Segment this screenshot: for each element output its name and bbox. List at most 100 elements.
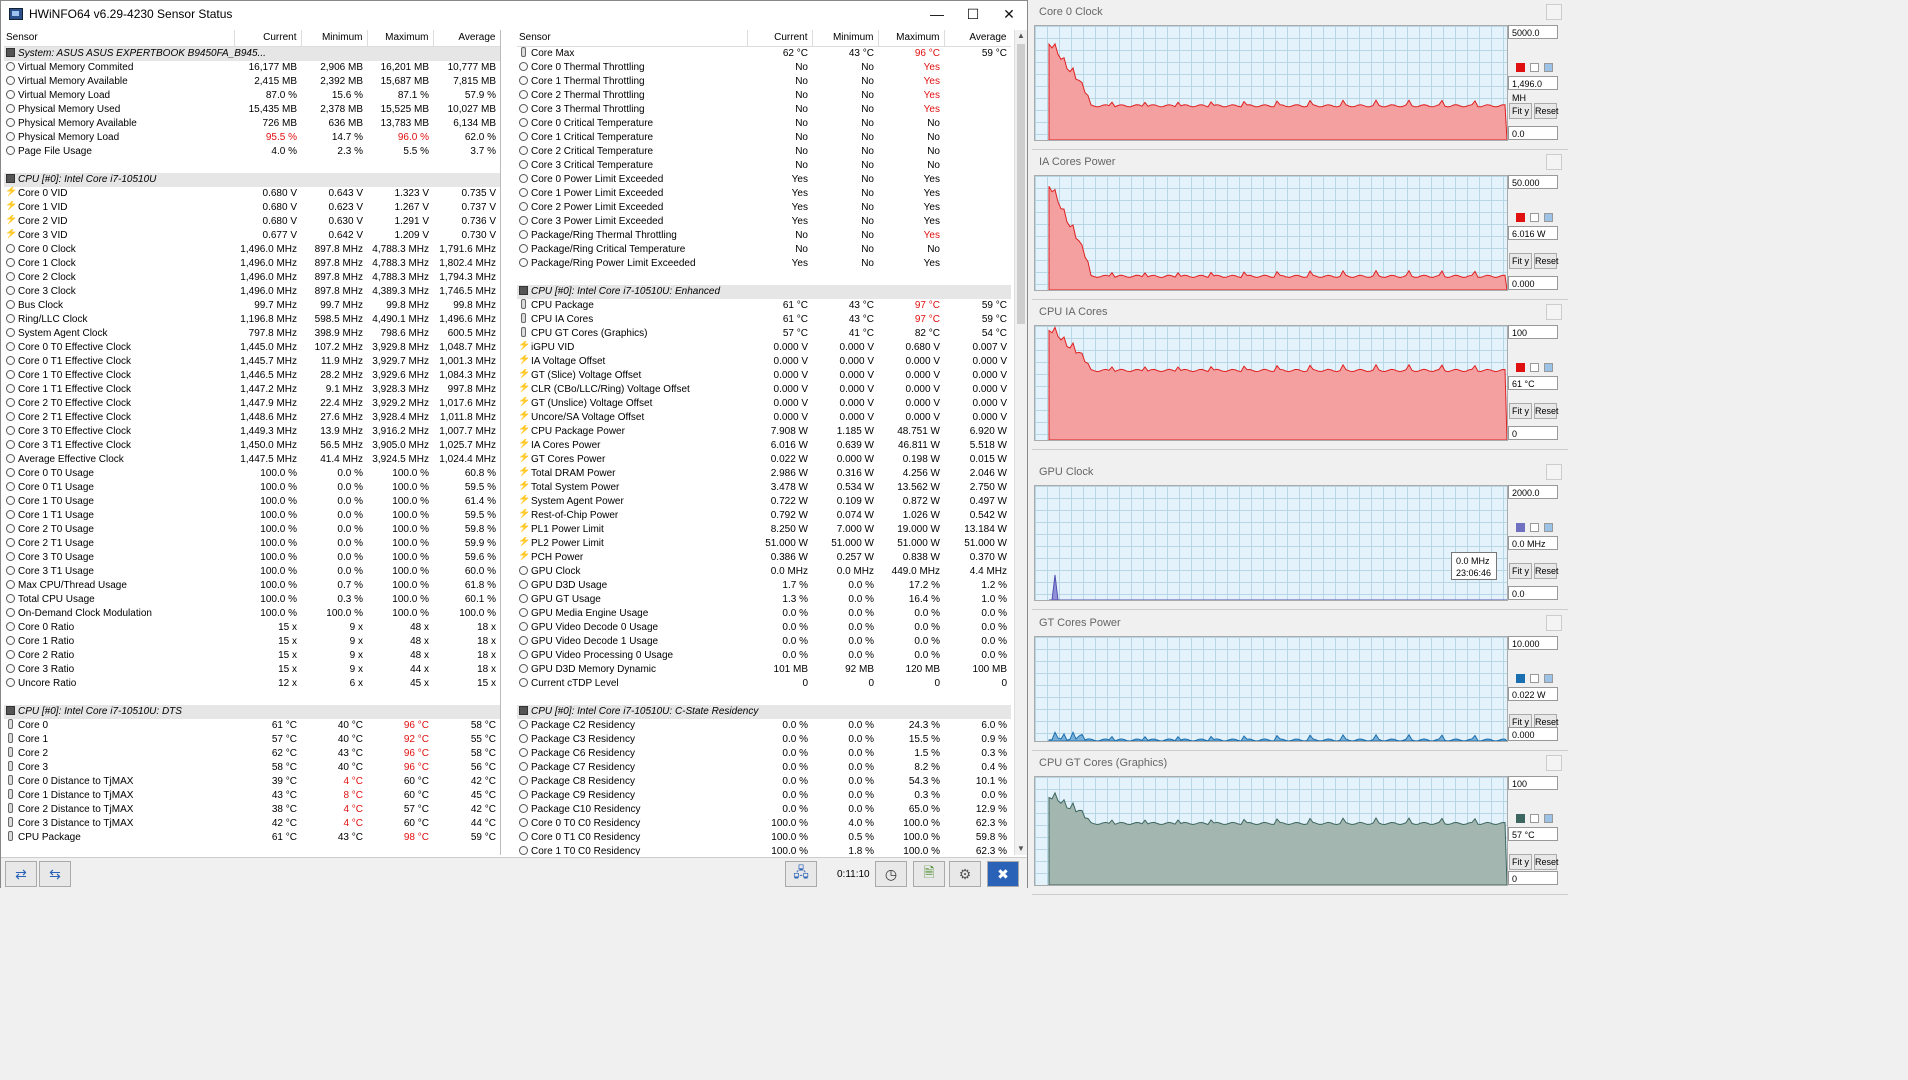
sensor-row[interactable]: System Agent Power 0.722 W 0.109 W 0.872 W 0… xyxy=(517,495,1011,509)
sensor-row[interactable]: Core 1 Clock 1,496.0 MHz 897.8 MHz 4,788.3 … xyxy=(4,257,500,271)
graph-min-field[interactable]: 0.0 xyxy=(1508,586,1558,600)
sensor-row[interactable]: PL1 Power Limit 8.250 W 7.000 W 19.000 W 13.… xyxy=(517,523,1011,537)
sensor-row[interactable]: IA Voltage Offset 0.000 V 0.000 V 0.000 V 0.… xyxy=(517,355,1011,369)
sensor-row[interactable]: Virtual Memory Commited 16,177 MB 2,906 MB… xyxy=(4,61,500,75)
series-color-swatch[interactable] xyxy=(1516,213,1525,222)
sensor-row[interactable]: Core 0 T1 Effective Clock 1,445.7 MHz 11.9… xyxy=(4,355,500,369)
settings-button[interactable]: ⚙ xyxy=(949,861,981,887)
sensor-row[interactable]: Total DRAM Power 2.986 W 0.316 W 4.256 W 2.0… xyxy=(517,467,1011,481)
sensor-row[interactable]: Core 2 VID 0.680 V 0.630 V 1.291 V 0.736 V xyxy=(4,215,500,229)
column-header-minimum[interactable]: Minimum xyxy=(812,30,879,47)
fit-y-button[interactable]: Fit y xyxy=(1509,103,1532,119)
sensor-row[interactable]: Virtual Memory Load 87.0 % 15.6 % 87.1 % 57.… xyxy=(4,89,500,103)
sensor-row[interactable]: Page File Usage 4.0 % 2.3 % 5.5 % 3.7 % xyxy=(4,145,500,159)
sensor-row[interactable]: Core 0 T0 Effective Clock 1,445.0 MHz 107.… xyxy=(4,341,500,355)
grid-color-swatch[interactable] xyxy=(1544,213,1553,222)
graph-close-button[interactable] xyxy=(1546,615,1562,631)
sensor-row[interactable]: Core 3 T1 Usage 100.0 % 0.0 % 100.0 % 60.0 % xyxy=(4,565,500,579)
graph-close-button[interactable] xyxy=(1546,304,1562,320)
scrollbar-thumb[interactable] xyxy=(1017,44,1025,324)
sensor-row[interactable]: GT (Unslice) Voltage Offset 0.000 V 0.000 … xyxy=(517,397,1011,411)
sensor-row[interactable]: Core 1 T0 Usage 100.0 % 0.0 % 100.0 % 61.4 % xyxy=(4,495,500,509)
column-header-minimum[interactable]: Minimum xyxy=(301,30,368,47)
sensor-row[interactable]: Core 2 Clock 1,496.0 MHz 897.8 MHz 4,788.3 … xyxy=(4,271,500,285)
fit-y-button[interactable]: Fit y xyxy=(1509,854,1532,870)
sensor-row[interactable]: Package C7 Residency 0.0 % 0.0 % 8.2 % 0.4 % xyxy=(517,761,1011,775)
sensor-row[interactable]: Core 1 Thermal Throttling No No Yes xyxy=(517,75,1011,89)
sensor-row[interactable]: CPU GT Cores (Graphics) 57 °C 41 °C 82 °C 54… xyxy=(517,327,1011,341)
sensor-row[interactable]: Core 3 Ratio 15 x 9 x 44 x 18 x xyxy=(4,663,500,677)
sensor-row[interactable]: Core 0 T1 C0 Residency 100.0 % 0.5 % 100.0 … xyxy=(517,831,1011,845)
sensor-row[interactable]: Physical Memory Used 15,435 MB 2,378 MB 15,… xyxy=(4,103,500,117)
sensor-row[interactable]: Core 3 VID 0.677 V 0.642 V 1.209 V 0.730 V xyxy=(4,229,500,243)
column-header-current[interactable]: Current xyxy=(747,30,813,47)
graph-max-field[interactable]: 10.000 xyxy=(1508,636,1558,650)
sensor-row[interactable]: Core 0 Distance to TjMAX 39 °C 4 °C 60 °C 42… xyxy=(4,775,500,789)
grid-color-swatch[interactable] xyxy=(1544,363,1553,372)
sensor-row[interactable]: GPU Media Engine Usage 0.0 % 0.0 % 0.0 % 0.0… xyxy=(517,607,1011,621)
sensor-row[interactable]: Bus Clock 99.7 MHz 99.7 MHz 99.8 MHz 99.8 MH… xyxy=(4,299,500,313)
sensor-row[interactable]: Core 2 Distance to TjMAX 38 °C 4 °C 57 °C 42… xyxy=(4,803,500,817)
graph-close-button[interactable] xyxy=(1546,4,1562,20)
scroll-up-arrow[interactable]: ▲ xyxy=(1015,30,1027,42)
sensor-row[interactable]: Core 3 Critical Temperature No No No xyxy=(517,159,1011,173)
sensor-row[interactable]: Core 0 Critical Temperature No No No xyxy=(517,117,1011,131)
background-color-swatch[interactable] xyxy=(1530,63,1539,72)
sensor-row[interactable]: Core 0 T0 C0 Residency 100.0 % 4.0 % 100.0 … xyxy=(517,817,1011,831)
nav-collapse-button[interactable]: ⇆ xyxy=(39,861,71,887)
sensor-row[interactable]: Core 3 Power Limit Exceeded Yes No Yes xyxy=(517,215,1011,229)
sensor-row[interactable]: GT Cores Power 0.022 W 0.000 W 0.198 W 0.015… xyxy=(517,453,1011,467)
sensor-row[interactable]: Core 0 T0 Usage 100.0 % 0.0 % 100.0 % 60.8 % xyxy=(4,467,500,481)
network-button[interactable]: 🖧 xyxy=(785,861,817,887)
sensor-row[interactable]: Core 1 Distance to TjMAX 43 °C 8 °C 60 °C 45… xyxy=(4,789,500,803)
series-color-swatch[interactable] xyxy=(1516,674,1525,683)
graph-close-button[interactable] xyxy=(1546,154,1562,170)
series-color-swatch[interactable] xyxy=(1516,363,1525,372)
sensor-row[interactable]: Core 1 T0 C0 Residency 100.0 % 1.8 % 100.0 … xyxy=(517,845,1011,855)
sensor-row[interactable]: On-Demand Clock Modulation 100.0 % 100.0 %… xyxy=(4,607,500,621)
sensor-row[interactable]: PCH Power 0.386 W 0.257 W 0.838 W 0.370 W xyxy=(517,551,1011,565)
column-header-maximum[interactable]: Maximum xyxy=(367,30,434,47)
sensor-row[interactable]: Core 2 T0 Effective Clock 1,447.9 MHz 22.4… xyxy=(4,397,500,411)
column-header-maximum[interactable]: Maximum xyxy=(878,30,945,47)
series-color-swatch[interactable] xyxy=(1516,63,1525,72)
sensor-row[interactable]: Physical Memory Load 95.5 % 14.7 % 96.0 % 62… xyxy=(4,131,500,145)
vertical-scrollbar[interactable]: ▲ ▼ xyxy=(1014,30,1027,855)
sensor-row[interactable]: Package C6 Residency 0.0 % 0.0 % 1.5 % 0.3 % xyxy=(517,747,1011,761)
sensor-row[interactable]: Virtual Memory Available 2,415 MB 2,392 MB… xyxy=(4,75,500,89)
graph-max-field[interactable]: 2000.0 xyxy=(1508,485,1558,499)
background-color-swatch[interactable] xyxy=(1530,674,1539,683)
sensor-row[interactable]: CPU Package Power 7.908 W 1.185 W 48.751 W 6… xyxy=(517,425,1011,439)
sensor-group-header[interactable]: CPU [#0]: Intel Core i7-10510U: Enhanced xyxy=(517,285,1011,299)
grid-color-swatch[interactable] xyxy=(1544,814,1553,823)
series-color-swatch[interactable] xyxy=(1516,523,1525,532)
graph-min-field[interactable]: 0.000 xyxy=(1508,727,1558,741)
sensor-row[interactable]: Core 3 T0 Effective Clock 1,449.3 MHz 13.9… xyxy=(4,425,500,439)
graph-min-field[interactable]: 0 xyxy=(1508,426,1558,440)
sensor-row[interactable]: Package C9 Residency 0.0 % 0.0 % 0.3 % 0.0 % xyxy=(517,789,1011,803)
column-header-current[interactable]: Current xyxy=(234,30,302,47)
sensor-row[interactable]: Core 1 VID 0.680 V 0.623 V 1.267 V 0.737 V xyxy=(4,201,500,215)
close-button[interactable]: ✕ xyxy=(991,1,1027,27)
sensor-row[interactable]: GPU GT Usage 1.3 % 0.0 % 16.4 % 1.0 % xyxy=(517,593,1011,607)
sensor-row[interactable]: CPU IA Cores 61 °C 43 °C 97 °C 59 °C xyxy=(517,313,1011,327)
graph-plot[interactable] xyxy=(1034,776,1508,886)
sensor-row[interactable]: Core 2 62 °C 43 °C 96 °C 58 °C xyxy=(4,747,500,761)
graph-max-field[interactable]: 100 xyxy=(1508,325,1558,339)
column-header-average[interactable]: Average xyxy=(944,30,1011,47)
close-sensors-button[interactable]: ✖ xyxy=(987,861,1019,887)
sensor-row[interactable]: GPU Video Decode 0 Usage 0.0 % 0.0 % 0.0 % 0… xyxy=(517,621,1011,635)
sensor-row[interactable]: Core 2 T1 Effective Clock 1,448.6 MHz 27.6… xyxy=(4,411,500,425)
sensor-row[interactable]: Core 1 T1 Effective Clock 1,447.2 MHz 9.1 … xyxy=(4,383,500,397)
sensor-row[interactable]: Physical Memory Available 726 MB 636 MB 13,… xyxy=(4,117,500,131)
sensor-row[interactable]: GPU Video Decode 1 Usage 0.0 % 0.0 % 0.0 % 0… xyxy=(517,635,1011,649)
column-header-sensor[interactable]: Sensor xyxy=(517,30,748,47)
scroll-down-arrow[interactable]: ▼ xyxy=(1015,843,1027,855)
sensor-row[interactable]: CPU Package 61 °C 43 °C 98 °C 59 °C xyxy=(4,831,500,845)
grid-color-swatch[interactable] xyxy=(1544,63,1553,72)
sensor-row[interactable]: GT (Slice) Voltage Offset 0.000 V 0.000 V 0… xyxy=(517,369,1011,383)
background-color-swatch[interactable] xyxy=(1530,213,1539,222)
sensor-row[interactable]: Core 2 T0 Usage 100.0 % 0.0 % 100.0 % 59.8 % xyxy=(4,523,500,537)
sensor-row[interactable]: Core Max 62 °C 43 °C 96 °C 59 °C xyxy=(517,47,1011,62)
sensor-row[interactable]: Core 1 Power Limit Exceeded Yes No Yes xyxy=(517,187,1011,201)
